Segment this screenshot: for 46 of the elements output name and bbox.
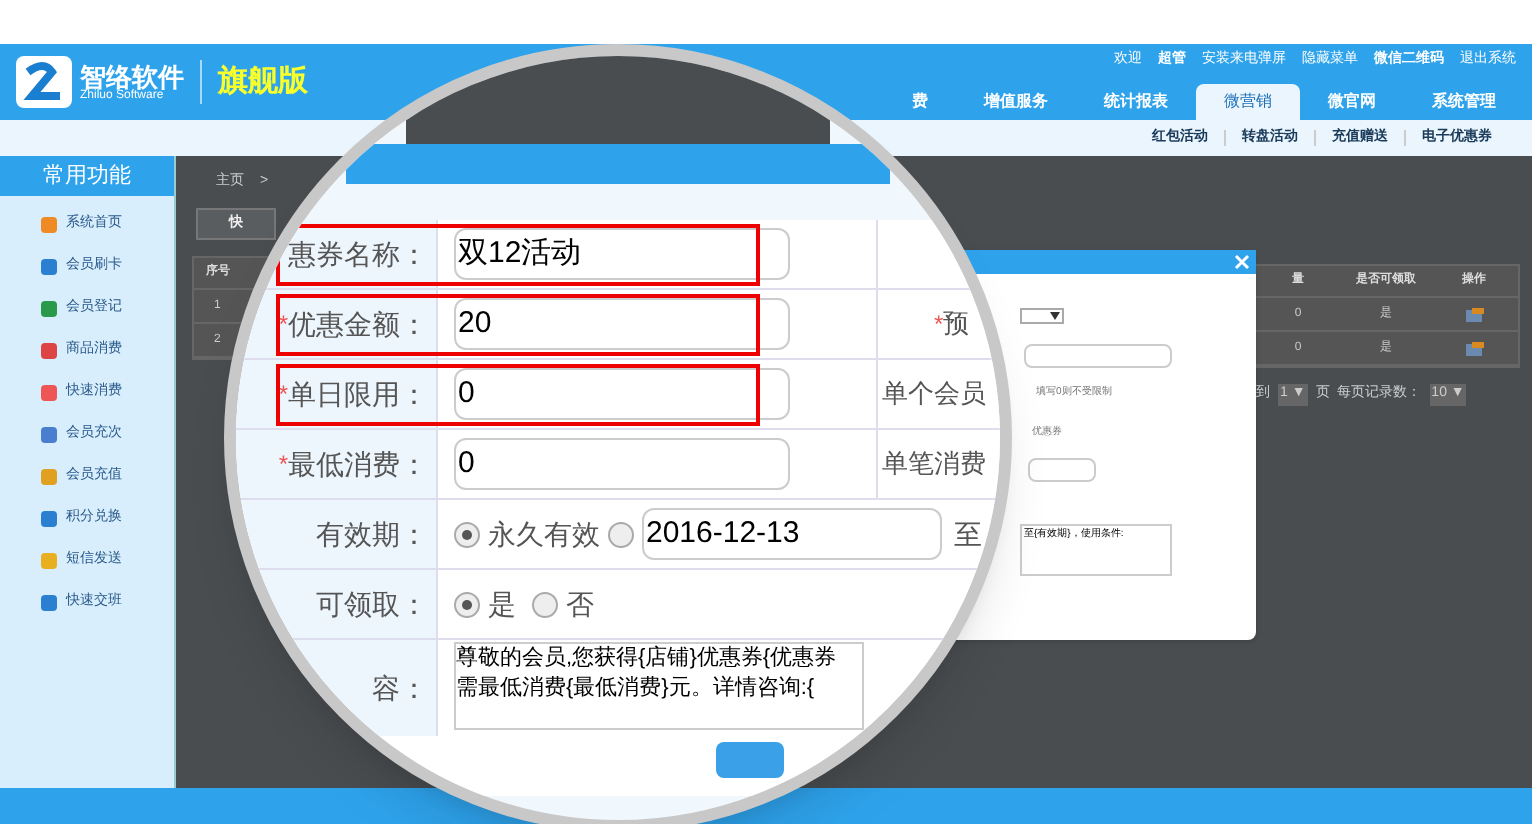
- menu-icon: [40, 384, 58, 402]
- field-label: 可领取：: [316, 585, 428, 623]
- message-textarea[interactable]: 尊敬的会员,您获得{店铺}优惠券{优惠券 需最低消费{最低消费}元。详情咨询:{: [454, 642, 864, 730]
- field-label: 预: [943, 306, 970, 343]
- menu-icon: [40, 552, 58, 570]
- required-mark: *: [278, 448, 288, 482]
- text-input[interactable]: [1024, 344, 1172, 368]
- radio-button[interactable]: [454, 521, 480, 547]
- close-icon: [1234, 254, 1250, 270]
- radio-label: 永久有效: [488, 515, 600, 553]
- field-label: 有效期：: [316, 515, 428, 553]
- menu-icon: [40, 216, 58, 234]
- date-field[interactable]: 2016-12-13: [642, 508, 942, 560]
- field-label: 单笔消费: [882, 446, 986, 483]
- text-input[interactable]: [1028, 458, 1096, 482]
- brand-name: 智络软件: [80, 63, 184, 89]
- menu-icon: [40, 510, 58, 528]
- menu-icon: [40, 258, 58, 276]
- field-label: 单日限用：: [288, 375, 428, 413]
- field-label: 单个会员: [882, 376, 986, 413]
- field-label: 最低消费：: [288, 445, 428, 483]
- menu-icon: [40, 594, 58, 612]
- close-button[interactable]: [1234, 254, 1250, 270]
- menu-icon: [40, 300, 58, 318]
- radio-label: 是: [488, 585, 516, 623]
- select-field[interactable]: [1020, 308, 1064, 324]
- range-label: 至: [954, 515, 982, 553]
- menu-icon: [40, 468, 58, 486]
- logo-icon: [16, 56, 72, 108]
- field-label: 容：: [372, 669, 428, 707]
- edit-icon[interactable]: [1465, 341, 1483, 355]
- menu-icon: [40, 342, 58, 360]
- text-input[interactable]: 0: [454, 438, 790, 490]
- radio-button[interactable]: [454, 591, 480, 617]
- required-mark: *: [278, 378, 288, 412]
- save-button[interactable]: [716, 742, 784, 778]
- edition-label: 旗舰版: [218, 61, 308, 102]
- sidebar-title: 常用功能: [0, 156, 174, 196]
- edit-icon[interactable]: [1465, 307, 1483, 321]
- required-mark: *: [934, 308, 944, 342]
- radio-button[interactable]: [532, 591, 558, 617]
- radio-label: 否: [566, 585, 594, 623]
- menu-icon: [40, 426, 58, 444]
- nav-tab[interactable]: 微营销: [1196, 84, 1300, 120]
- radio-button[interactable]: [608, 521, 634, 547]
- dropdown-icon: [1050, 312, 1060, 320]
